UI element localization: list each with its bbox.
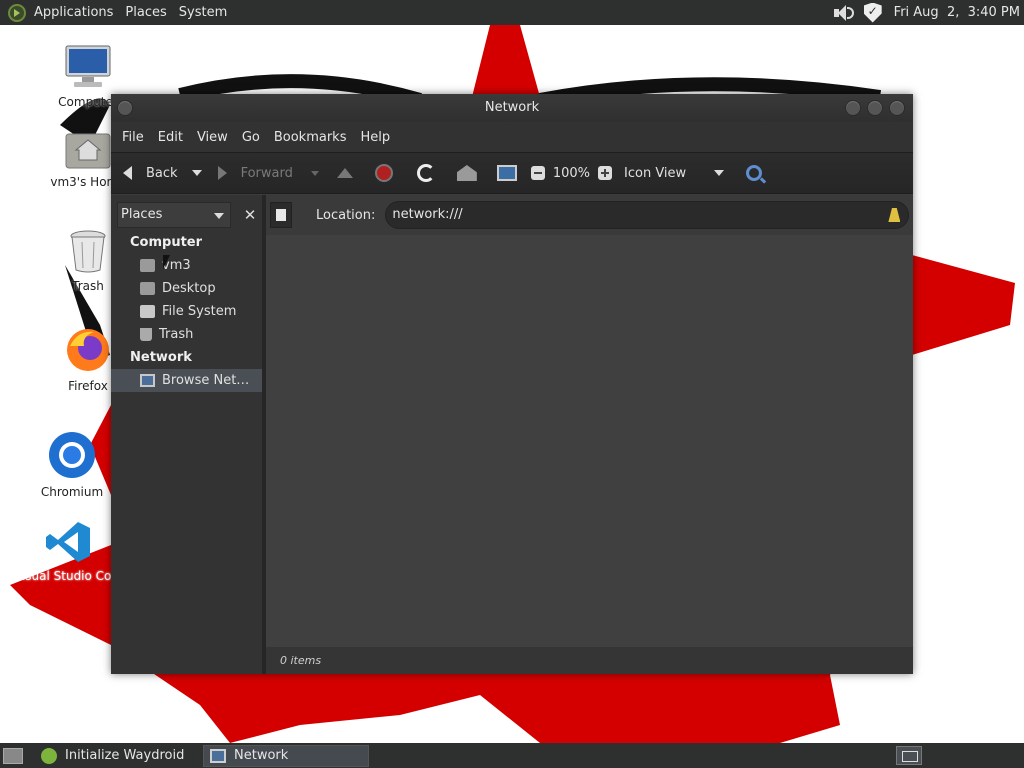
sidebar: Places ✕ Computer vm3 Desktop File Syste… bbox=[111, 195, 262, 674]
up-arrow-icon[interactable] bbox=[336, 168, 353, 178]
mouse-cursor bbox=[163, 255, 170, 269]
computer-icon bbox=[65, 45, 111, 87]
top-panel: Applications Places System Fri Aug 2, 3:… bbox=[0, 0, 1024, 25]
back-label: Back bbox=[146, 165, 178, 181]
back-history-dropdown-icon[interactable] bbox=[191, 170, 202, 176]
forward-label: Forward bbox=[240, 165, 293, 181]
file-view[interactable] bbox=[266, 235, 913, 647]
back-arrow-icon bbox=[123, 166, 132, 180]
zoom-out-icon[interactable] bbox=[530, 166, 545, 180]
bottom-panel: Initialize Waydroid Network bbox=[0, 743, 1024, 768]
sidebar-item-label: File System bbox=[162, 304, 237, 319]
close-button[interactable] bbox=[889, 100, 905, 116]
sidebar-mode-select[interactable]: Places bbox=[117, 202, 231, 228]
location-value: network:/// bbox=[392, 207, 463, 222]
home-folder-icon bbox=[65, 133, 111, 169]
distro-logo-icon[interactable] bbox=[8, 3, 26, 22]
desktop-icon-vscode[interactable]: Visual Studio Code bbox=[14, 520, 124, 583]
view-mode-dropdown-icon[interactable] bbox=[714, 170, 725, 176]
window-title: Network bbox=[484, 100, 540, 115]
sidebar-mode-value: Places bbox=[121, 207, 163, 222]
trash-icon bbox=[140, 328, 152, 341]
computer-icon[interactable] bbox=[496, 165, 517, 181]
menu-edit[interactable]: Edit bbox=[151, 130, 190, 145]
task-network[interactable]: Network bbox=[203, 744, 369, 767]
security-shield-icon[interactable] bbox=[863, 2, 882, 23]
menu-go[interactable]: Go bbox=[235, 130, 267, 145]
vscode-icon bbox=[46, 522, 90, 562]
desktop-icon-label: Chromium bbox=[40, 485, 104, 499]
volume-icon[interactable] bbox=[832, 4, 854, 22]
window-titlebar[interactable]: Network bbox=[111, 94, 913, 122]
show-desktop-icon[interactable] bbox=[3, 747, 23, 764]
menu-view[interactable]: View bbox=[190, 130, 235, 145]
desktop-icon-chromium[interactable]: Chromium bbox=[22, 430, 122, 499]
menu-bookmarks[interactable]: Bookmarks bbox=[267, 130, 354, 145]
network-icon bbox=[140, 374, 155, 387]
sidebar-item-label: Trash bbox=[159, 327, 194, 342]
filesystem-icon bbox=[140, 305, 155, 318]
sidebar-item-browse-network[interactable]: Browse Net… bbox=[111, 369, 262, 392]
maximize-button[interactable] bbox=[867, 100, 883, 116]
location-input[interactable]: network:/// bbox=[385, 201, 910, 229]
menu-file[interactable]: File bbox=[115, 130, 151, 145]
network-icon bbox=[210, 748, 226, 763]
sidebar-item-filesystem[interactable]: File System bbox=[111, 300, 262, 323]
sidebar-item-home[interactable]: vm3 bbox=[111, 254, 262, 277]
close-sidebar-icon[interactable]: ✕ bbox=[239, 202, 261, 228]
location-label: Location: bbox=[316, 207, 376, 223]
status-text: 0 items bbox=[280, 654, 322, 667]
forward-button[interactable]: Forward bbox=[217, 152, 293, 194]
places-menu[interactable]: Places bbox=[119, 0, 172, 25]
minimize-button[interactable] bbox=[845, 100, 861, 116]
zoom-level: 100% bbox=[552, 165, 591, 181]
menu-help[interactable]: Help bbox=[353, 130, 397, 145]
chevron-down-icon bbox=[214, 213, 224, 219]
toggle-location-edit-icon[interactable] bbox=[270, 202, 292, 228]
task-label: Network bbox=[234, 748, 289, 763]
home-folder-icon bbox=[140, 259, 155, 272]
file-manager-window[interactable]: Network File Edit View Go Bookmarks Help… bbox=[111, 94, 913, 674]
sidebar-item-desktop[interactable]: Desktop bbox=[111, 277, 262, 300]
view-mode-select[interactable]: Icon View bbox=[624, 166, 706, 181]
firefox-icon bbox=[67, 329, 109, 371]
waydroid-icon bbox=[41, 747, 57, 764]
trash-icon bbox=[70, 230, 106, 273]
sidebar-item-trash[interactable]: Trash bbox=[111, 323, 262, 346]
search-icon[interactable] bbox=[746, 165, 763, 181]
sidebar-header: Places ✕ bbox=[111, 195, 262, 235]
sidebar-heading-network: Network bbox=[130, 350, 192, 365]
home-icon[interactable] bbox=[456, 165, 477, 181]
menubar: File Edit View Go Bookmarks Help bbox=[111, 122, 913, 152]
reload-icon[interactable] bbox=[416, 164, 435, 182]
desktop-icon-label: Visual Studio Code bbox=[14, 569, 124, 583]
clock[interactable]: Fri Aug 2, 3:40 PM bbox=[894, 5, 1020, 20]
back-button[interactable]: Back bbox=[123, 152, 178, 194]
desktop-folder-icon bbox=[140, 282, 155, 295]
task-initialize-waydroid[interactable]: Initialize Waydroid bbox=[35, 745, 195, 767]
clear-location-icon[interactable] bbox=[888, 208, 901, 222]
applications-menu[interactable]: Applications bbox=[28, 0, 119, 25]
forward-arrow-icon bbox=[217, 166, 227, 180]
stop-icon[interactable] bbox=[374, 164, 393, 182]
workspace-switcher[interactable] bbox=[896, 746, 922, 765]
status-bar: 0 items bbox=[266, 647, 913, 674]
system-menu[interactable]: System bbox=[173, 0, 233, 25]
toolbar: Back Forward 100% Icon View bbox=[111, 152, 913, 194]
sidebar-item-label: Desktop bbox=[162, 281, 216, 296]
task-label: Initialize Waydroid bbox=[65, 748, 185, 763]
zoom-in-icon[interactable] bbox=[598, 166, 613, 180]
sidebar-item-label: Browse Net… bbox=[162, 373, 250, 388]
location-bar: Location: network:/// bbox=[266, 195, 913, 235]
window-menu-button[interactable] bbox=[117, 100, 133, 116]
forward-history-dropdown-icon[interactable] bbox=[310, 170, 319, 176]
chromium-icon bbox=[49, 432, 95, 478]
